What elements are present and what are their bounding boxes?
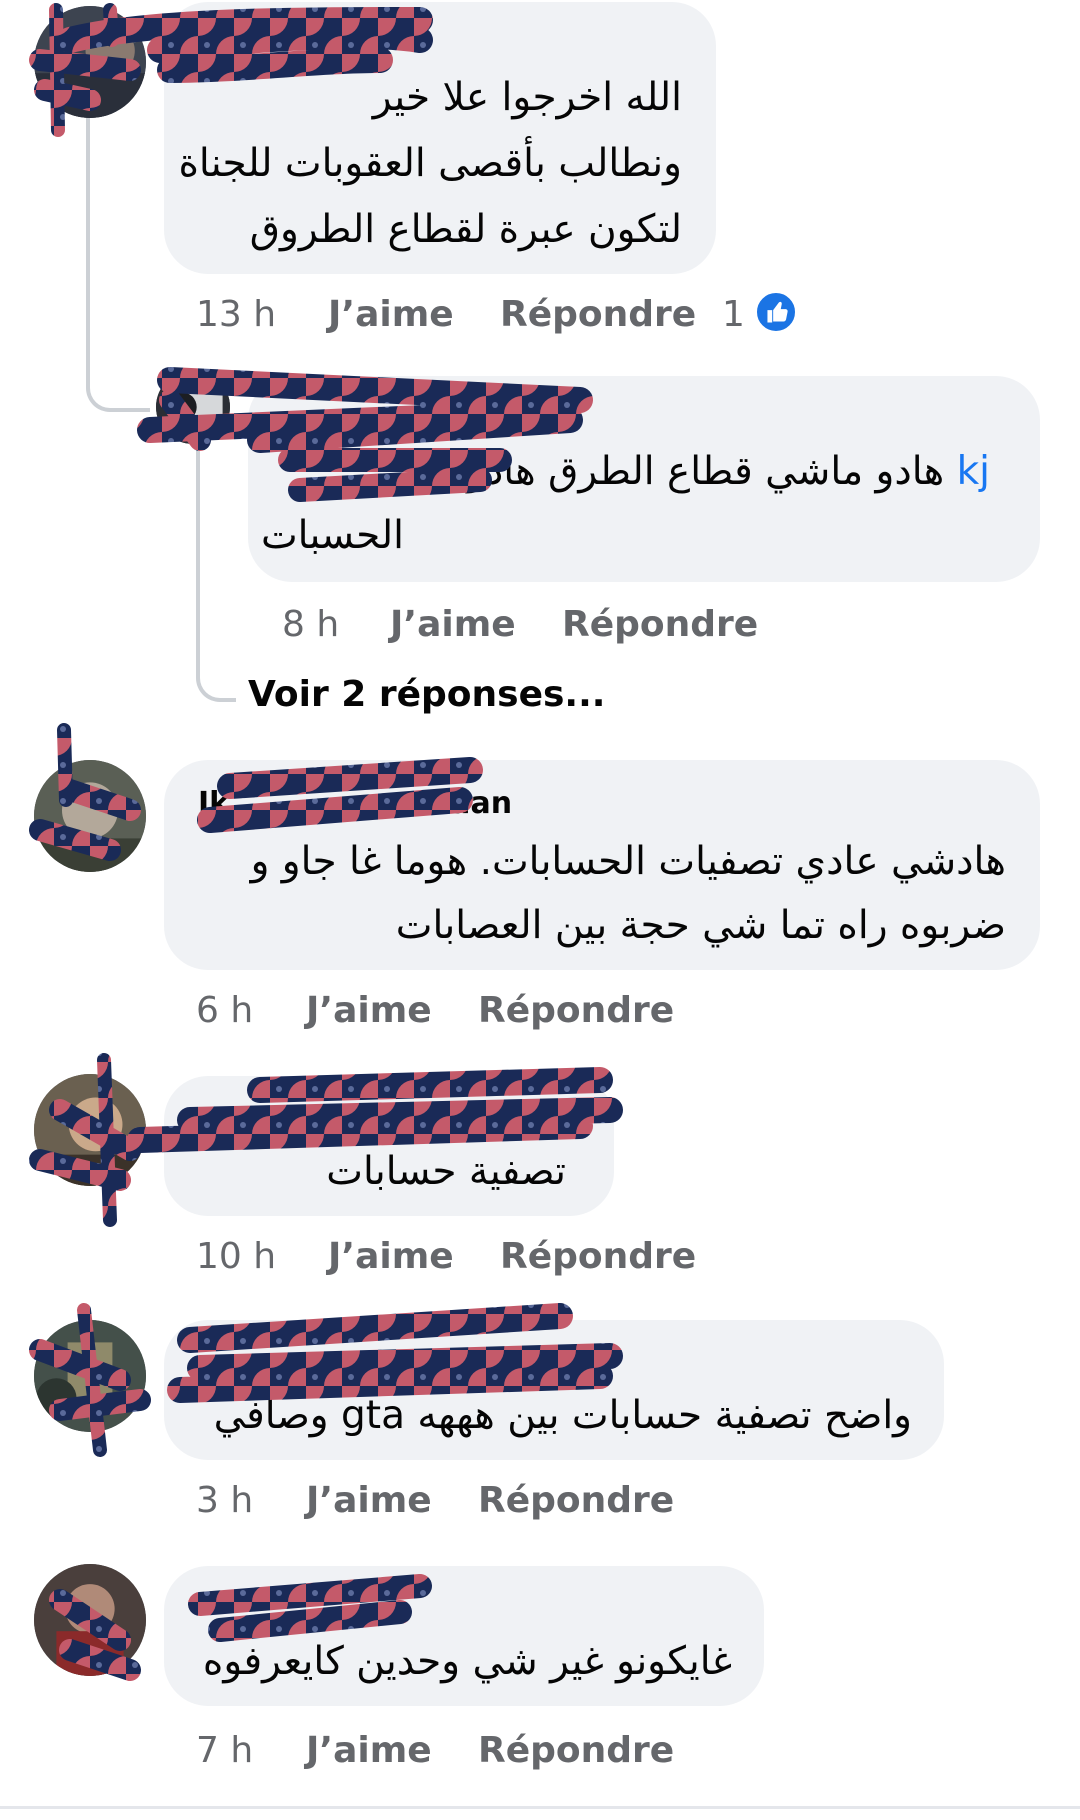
like-button[interactable]: J’aime <box>328 294 454 335</box>
comment-bubble[interactable]: Al J الله اخرجوا علا خير ونطالب بأقصى الع… <box>164 2 716 274</box>
comment-author[interactable]: Al J <box>198 22 373 57</box>
comment-timestamp[interactable]: 13 h <box>196 294 276 335</box>
reply-button[interactable]: Répondre <box>562 604 758 645</box>
comment-author[interactable]: Ik uan <box>198 786 512 821</box>
avatar[interactable] <box>34 1074 146 1186</box>
like-button[interactable]: J’aime <box>328 1236 454 1277</box>
reply-button[interactable]: Répondre <box>478 1480 674 1521</box>
author-name-suffix: ns <box>544 394 584 429</box>
reply-button[interactable]: Répondre <box>478 990 674 1031</box>
comment-timestamp[interactable]: 6 h <box>196 990 253 1031</box>
like-button[interactable]: J’aime <box>306 1730 432 1771</box>
comment-text-line: الله اخرجوا علا خير <box>372 75 682 120</box>
comment-text-line: ضربوه راه تما شي حجة بين العصابات <box>395 903 1006 948</box>
avatar[interactable] <box>34 760 146 872</box>
comment-actions: 6 h J’aime Répondre <box>196 990 696 1036</box>
author-name: Al <box>198 22 232 57</box>
avatar[interactable] <box>34 6 146 118</box>
thread-connector-line <box>86 110 150 412</box>
reply-button[interactable]: Répondre <box>500 1236 696 1277</box>
like-button[interactable]: J’aime <box>306 1480 432 1521</box>
comment-text-line: هادشي عادي تصفيات الحسابات. هوما غا جاو … <box>250 839 1006 884</box>
author-name-suffix: uan <box>449 786 513 821</box>
avatar[interactable] <box>34 1320 146 1432</box>
comment-text-line: تصفية حسابات <box>326 1149 566 1194</box>
comment-text-segment: هادو ماشي قطاع الطرق هادو <box>467 449 957 494</box>
mentioned-user-link[interactable]: kj <box>957 449 990 494</box>
comment-text-line: واضح تصفية حسابات بين هههه gta وصافي <box>213 1393 912 1438</box>
comment-actions: 8 h J’aime Répondre <box>282 604 782 650</box>
comment-timestamp[interactable]: 10 h <box>196 1236 276 1277</box>
reply-button[interactable]: Répondre <box>500 294 696 335</box>
comment-actions: 3 h J’aime Répondre <box>196 1480 696 1526</box>
comment-bubble[interactable]: واضح تصفية حسابات بين هههه gta وصافي <box>164 1320 944 1460</box>
reaction-count[interactable]: 1 <box>722 294 745 335</box>
author-name: Ik <box>198 786 230 821</box>
like-icon[interactable] <box>754 290 798 334</box>
comment-text-line: لتكون عبرة لقطاع الطروق <box>249 207 682 252</box>
comment-actions: 13 h J’aime Répondre <box>196 294 756 340</box>
like-button[interactable]: J’aime <box>390 604 516 645</box>
comment-timestamp[interactable]: 8 h <box>282 604 339 645</box>
comment-bubble[interactable]: ns kj هادو ماشي قطاع الطرق هادو الحسبات <box>248 376 1040 582</box>
author-name-suffix: J <box>361 22 373 57</box>
comment-text-line: غايكونو غير شي وحدين كايعرفوه <box>202 1639 732 1684</box>
comment-actions: 7 h J’aime Répondre <box>196 1730 696 1776</box>
bottom-divider <box>0 1806 1080 1809</box>
comment-text-line: kj هادو ماشي قطاع الطرق هادو <box>467 440 990 504</box>
comment-text-line: ونطالب بأقصى العقوبات للجناة <box>178 141 682 186</box>
avatar[interactable] <box>156 370 230 444</box>
view-replies-link[interactable]: Voir 2 réponses... <box>248 674 605 715</box>
comment-bubble[interactable]: تصفية حسابات <box>164 1076 614 1216</box>
comment-timestamp[interactable]: 3 h <box>196 1480 253 1521</box>
thread-connector-line <box>196 440 236 702</box>
comment-text-line: الحسبات <box>260 513 404 558</box>
comment-timestamp[interactable]: 7 h <box>196 1730 253 1771</box>
reply-button[interactable]: Répondre <box>478 1730 674 1771</box>
like-button[interactable]: J’aime <box>306 990 432 1031</box>
comment-author[interactable]: ns <box>288 394 583 429</box>
avatar[interactable] <box>34 1564 146 1676</box>
comment-bubble[interactable]: غايكونو غير شي وحدين كايعرفوه <box>164 1566 764 1706</box>
comment-bubble[interactable]: Ik uan هادشي عادي تصفيات الحسابات. هوما غ… <box>164 760 1040 970</box>
comment-actions: 10 h J’aime Répondre <box>196 1236 696 1282</box>
